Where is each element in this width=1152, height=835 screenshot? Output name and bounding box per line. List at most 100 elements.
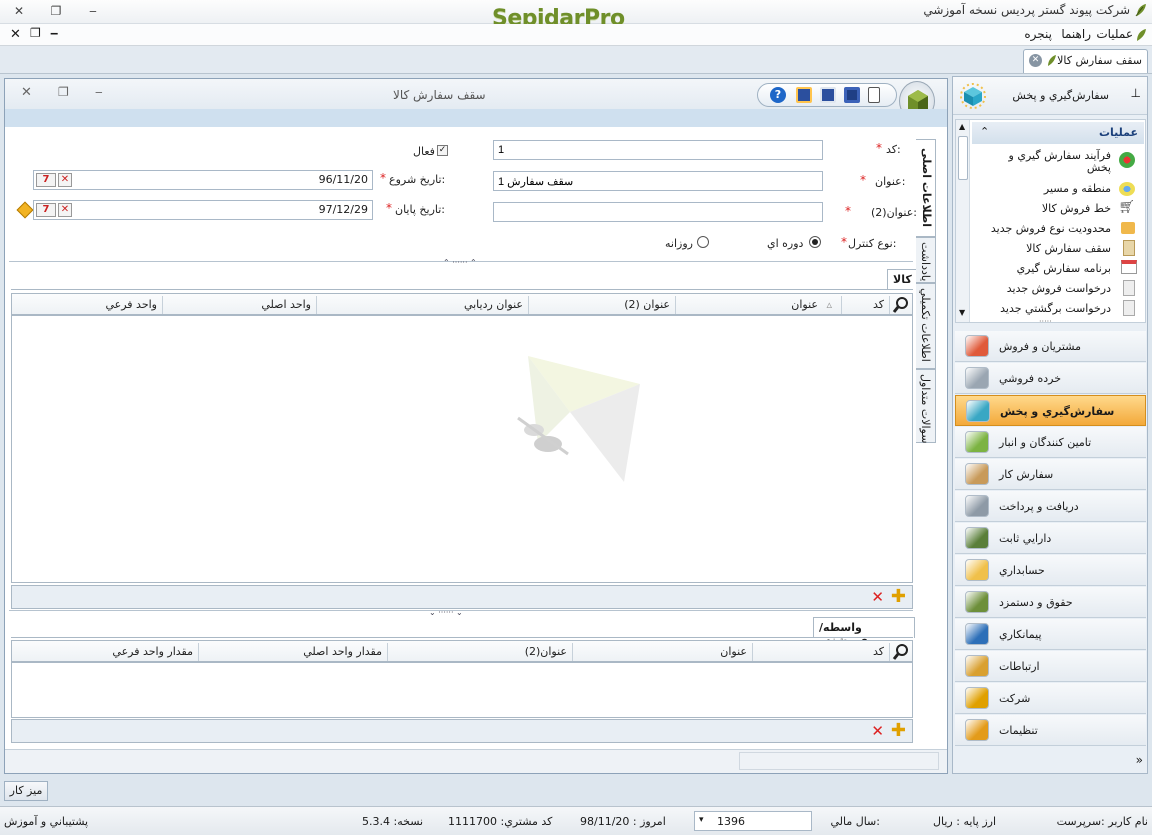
save-close-icon[interactable] [796,87,812,103]
splitter-top[interactable]: ⌃ ······ ⌃ [9,258,913,268]
code-input[interactable] [493,140,823,160]
fiscal-year-select[interactable]: ▾ 1396 [694,811,812,831]
op-new-sale-request[interactable]: درخواست فروش جديد [1007,282,1111,302]
nav-button-settings[interactable]: تنظيمات [955,715,1146,746]
order-distribution-icon [966,400,990,422]
title2-input[interactable] [493,202,823,222]
title-bar: ✕ ❐ ‒ SepidarPro شرکت پیوند گستر پردیس ن… [0,0,1152,31]
menu-operations[interactable]: عمليات [1096,27,1133,41]
menu-help[interactable]: راهنما [1061,27,1091,41]
title-required-mark: * [860,173,866,187]
op-order-ceiling[interactable]: سقف سفارش کالا [1026,242,1111,262]
scroll-up-icon[interactable]: ▲ [959,122,965,131]
side-tab-extra-info[interactable]: اطلاعات تکميلي [916,283,936,369]
save-new-icon[interactable] [820,87,836,103]
active-checkbox[interactable]: ✓ [437,145,448,156]
search-icon[interactable] [892,643,910,661]
window-minimize-button[interactable]: ‒ [95,85,103,99]
restore-window-button[interactable]: ❐ [47,4,65,20]
help-icon[interactable]: ? [770,87,786,103]
scroll-thumb[interactable] [958,136,968,180]
splitter-grip-icon[interactable]: ⌃ ······ ⌃ [443,258,477,267]
op-sales-line[interactable]: خط فروش کالا [1042,202,1111,222]
nav-button-contracting[interactable]: پيمانکاري [955,619,1146,650]
agent-col-main-qty[interactable]: مقدار واحد اصلي [303,645,382,658]
goods-tab[interactable]: کالا [887,269,918,289]
doc-tab-order-ceiling[interactable]: ✕ سقف سفارش کالا [1023,49,1148,73]
scroll-down-icon[interactable]: ▼ [959,308,965,317]
goods-col-main-unit[interactable]: واحد اصلي [261,298,311,311]
goods-col-title2[interactable]: عنوان (2) [624,298,670,311]
clear-date-icon[interactable]: ✕ [58,203,72,217]
save-icon[interactable] [844,87,860,103]
mdi-close-icon[interactable]: ✕ [10,27,21,42]
goods-col-title[interactable]: عنوان [791,298,818,311]
agent-col-code[interactable]: کد [873,645,884,658]
agent-col-title2[interactable]: عنوان(2) [525,645,567,658]
minimize-window-button[interactable]: ‒ [84,4,102,20]
agent-col-title[interactable]: عنوان [720,645,747,658]
nav-button-receipt-payment[interactable]: دريافت و پرداخت [955,491,1146,522]
calendar-icon[interactable]: 7 [36,173,56,187]
side-tab-notes[interactable]: يادداشت [916,237,936,283]
side-tab-faq[interactable]: سوالات متداول [916,369,936,443]
agent-tab[interactable]: واسطه/ فروشنده [813,617,915,647]
nav-button-work-order[interactable]: سفارش کار [955,459,1146,490]
goods-col-code[interactable]: کد [873,298,884,311]
window-restore-button[interactable]: ❐ [58,85,69,99]
op-region-route[interactable]: منطقه و مسير [1044,182,1111,202]
op-sale-type-limit[interactable]: محدوديت نوع فروش جديد [991,222,1111,242]
goods-col-sub-unit[interactable]: واحد فرعي [106,298,158,311]
nav-button-fixed-assets[interactable]: دارايي ثابت [955,523,1146,554]
agent-col-sub-qty[interactable]: مقدار واحد فرعي [112,645,193,658]
add-row-icon[interactable]: ✚ [891,586,906,607]
goods-grid-body[interactable] [11,315,913,583]
nav-button-label: حقوق و دستمزد [999,596,1073,609]
delete-row-icon[interactable]: ✕ [871,588,884,606]
nav-button-company[interactable]: شرکت [955,683,1146,714]
dropdown-arrow-icon[interactable]: ▾ [699,815,704,825]
mdi-minimize-icon[interactable]: ‒ [50,26,58,40]
window-close-button[interactable]: ✕ [21,85,32,100]
side-tab-main-info[interactable]: اطلاعات اصلی [916,139,936,237]
pin-icon[interactable]: ⊥ [1131,86,1141,100]
expand-panel-icon[interactable]: » [1136,753,1143,767]
collapse-icon[interactable]: ⌃ [980,125,989,138]
start-date-field[interactable]: 7 ✕ 96/11/20 [33,170,373,190]
clear-date-icon[interactable]: ✕ [58,173,72,187]
nav-button-accounting[interactable]: حسابداري [955,555,1146,586]
search-icon[interactable] [892,296,910,314]
close-window-button[interactable]: ✕ [10,4,28,20]
title-input[interactable] [493,171,823,191]
goods-col-tracking[interactable]: عنوان رديابي [464,298,523,311]
panel-grip-icon[interactable]: ····· [1039,317,1052,326]
daily-radio[interactable] [697,236,709,248]
mdi-restore-icon[interactable]: ❐ [30,26,41,40]
op-order-plan[interactable]: برنامه سفارش گيري [1017,262,1111,282]
status-support[interactable]: پشتيباني و آموزش [4,815,88,828]
nav-button-customers-sales[interactable]: مشتريان و فروش [955,331,1146,362]
delete-row-icon[interactable]: ✕ [871,722,884,740]
nav-button-order-distribution[interactable]: سفارش‌گيري و پخش [955,395,1146,426]
end-date-field[interactable]: 7 ✕ 97/12/29 [33,200,373,220]
calendar-icon[interactable]: 7 [36,203,56,217]
splitter-bottom[interactable]: ⌄ ······ ⌄ [9,608,913,617]
nav-button-payroll[interactable]: حقوق و دستمزد [955,587,1146,618]
close-tab-icon[interactable]: ✕ [1029,54,1042,67]
nav-button-communications[interactable]: ارتباطات [955,651,1146,682]
new-document-icon[interactable] [868,87,880,103]
desk-button[interactable]: ميز کار [4,781,48,801]
nav-button-retail[interactable]: خرده فروشي [955,363,1146,394]
op-new-return-request[interactable]: درخواست برگشتي جديد [1000,302,1111,322]
add-row-icon[interactable]: ✚ [891,720,906,741]
nav-header-title: سفارش‌گيري و پخش [1012,89,1109,102]
menu-window[interactable]: پنجره [1024,27,1052,41]
op-order-process[interactable]: فرآيند سفارش گيري و پخش [1001,150,1111,174]
limit-icon [1121,222,1135,234]
period-radio[interactable] [809,236,821,248]
splitter-grip-icon[interactable]: ⌄ ······ ⌄ [429,608,463,617]
operations-header[interactable]: ⌃ عمليات [972,122,1144,144]
operations-scrollbar[interactable]: ▲ ▼ [956,120,970,322]
nav-button-suppliers-inventory[interactable]: تامين کنندگان و انبار [955,427,1146,458]
agent-grid-body[interactable] [11,662,913,718]
